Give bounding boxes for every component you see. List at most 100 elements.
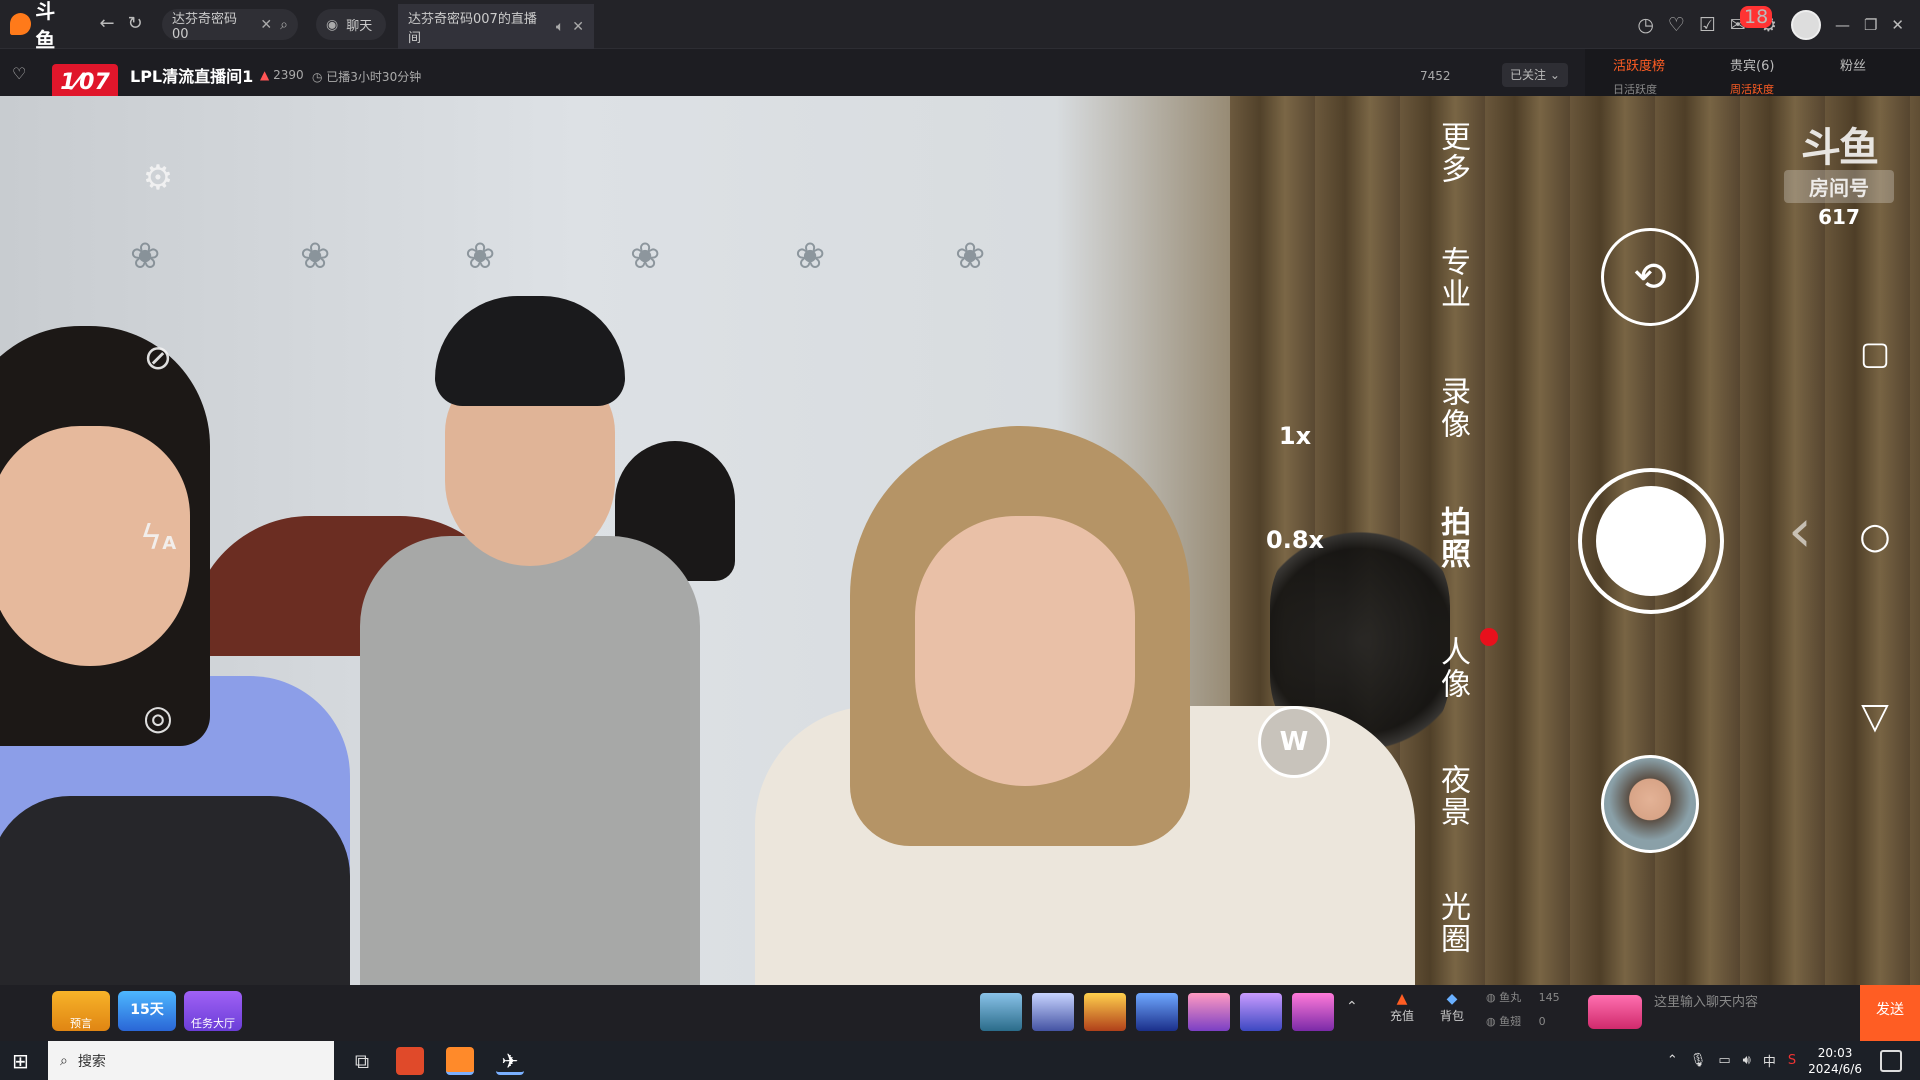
prophecy-label: 预言 [70,1017,92,1030]
taskbar-search-label: 搜索 [77,1053,106,1070]
tab-vip[interactable]: 贵宾(6) [1730,55,1774,74]
back-icon[interactable]: ← [96,13,118,35]
room-watermark: 斗鱼 房间号 617 [1784,126,1894,229]
wide-lens-button: W [1258,706,1330,778]
minimize-icon[interactable]: — [1835,16,1850,34]
douyu-logo[interactable]: 斗鱼 [10,0,74,52]
mode-portrait: 人像 [1435,636,1470,700]
app-douyu-icon[interactable] [396,1047,424,1075]
fish-ball-icon: ◍ [1486,991,1496,1004]
gift-item[interactable] [1084,993,1126,1031]
room-heat: ▲ 2390 [260,68,304,82]
send-button[interactable]: 发送 [1860,985,1920,1041]
gift-item[interactable] [1188,993,1230,1031]
follow-button[interactable]: 已关注 ⌄ [1502,63,1568,87]
taskbar: ⊞ ⌕ 搜索 ⧉ ✈ ⌃ 🎙︎ ▭ 🔊︎ 中 S 20:03 2024/6/6 [0,1041,1920,1080]
search-icon[interactable]: ⌕ [280,17,288,33]
clock-time: 20:03 [1817,1045,1853,1060]
microphone-icon[interactable]: 🎙︎ [1690,1053,1707,1068]
gift-item[interactable] [1136,993,1178,1031]
camera-settings-icon: ⚙ [142,158,174,198]
backpack-icon: ◆ [1446,991,1458,1007]
tab-fans[interactable]: 粉丝 [1840,55,1866,74]
wallpaper-flower: ❀ [630,236,661,277]
user-avatar[interactable] [1790,9,1821,40]
chat-input[interactable]: 这里输入聊天内容 [1648,985,1860,1041]
action-center-icon[interactable] [1880,1050,1902,1072]
search-icon: ⌕ [60,1052,68,1069]
gift-item[interactable] [1240,993,1282,1031]
task-hall-button[interactable]: 任务大厅 [184,991,242,1031]
wallpaper-flower: ❀ [955,236,986,277]
close-icon[interactable]: ✕ [572,19,584,35]
recharge-icon: ▲ [1396,991,1408,1007]
mode-video: 录像 [1435,376,1470,440]
tasks-icon[interactable]: ☑ [1699,14,1716,36]
room-avatar[interactable]: 1⁄07 [52,64,118,96]
fish-ball-value: 145 [1538,991,1560,1004]
gift-item[interactable] [980,993,1022,1031]
volume-icon[interactable]: 🔊︎ [1743,1053,1751,1068]
back-triangle-icon: ▽ [1861,696,1889,737]
app-extra-icon[interactable]: ✈ [496,1047,524,1075]
history-icon[interactable]: ◷ [1637,14,1654,36]
tab-weekly[interactable]: 周活跃度 [1730,81,1774,97]
sogou-icon[interactable]: S [1788,1053,1796,1068]
person-man-shirt [360,536,700,985]
backpack-label: 背包 [1439,1009,1464,1023]
backpack-button[interactable]: ◆ 背包 [1432,991,1472,1024]
home-icon: ○ [1859,516,1891,557]
tab-live-room-label: 达芬奇密码007的直播间 [408,11,537,46]
prophecy-button[interactable]: 预言 [52,991,110,1031]
room-title: LPL清流直播间1 [130,67,254,86]
recent-apps-icon: ▢ [1859,334,1891,372]
tab-chat[interactable]: ◉ 聊天 [316,9,386,40]
task-view-icon[interactable]: ⧉ [348,1047,376,1075]
recharge-label: 充值 [1389,1009,1414,1023]
person-left-pants [0,796,350,985]
toolbar-icons: ◷ ♡ ☑ ✉ 18 ⚙ — ❐ ✕ [1637,0,1920,49]
taskbar-clock[interactable]: 20:03 2024/6/6 [1808,1045,1862,1077]
mute-icon[interactable]: 🔈︎ [556,19,564,35]
tab-search[interactable]: 达芬奇密码00 ✕ ⌕ [162,9,298,42]
refresh-icon[interactable]: ↻ [124,13,146,35]
follow-label: 已关注 [1510,68,1547,82]
golden-badge-icon[interactable] [1588,995,1642,1029]
gift-item[interactable] [1032,993,1074,1031]
app-douyu-client-icon[interactable] [446,1047,474,1075]
follower-count: 7452 [1420,69,1451,83]
taskbar-search[interactable]: ⌕ 搜索 [48,1041,334,1080]
video-player[interactable]: ❀ ❀ ❀ ❀ ❀ ❀ ⚙ ⊘ ϟA ◎ 1x 0.8x W 更多 专业 录像 … [0,96,1920,985]
checkin-button[interactable]: 15天 [118,991,176,1031]
room-heat-value: 2390 [273,68,304,82]
zoom-1x: 1x [1278,422,1312,450]
rank-panel-header: 活跃度榜 贵宾(6) 粉丝 日活跃度 周活跃度 [1585,49,1920,96]
watermark-label: 房间号 [1784,170,1894,203]
chat-placeholder: 这里输入聊天内容 [1654,995,1759,1010]
close-icon[interactable]: ✕ [260,17,272,33]
network-icon[interactable]: ▭ [1718,1053,1730,1068]
ime-indicator[interactable]: 中 [1763,1051,1776,1070]
windows-start-icon[interactable]: ⊞ [12,1050,34,1072]
person-man-hair [435,296,625,406]
tab-activity-rank[interactable]: 活跃度榜 [1613,55,1665,74]
follow-heart-icon[interactable]: ♡ [12,64,26,83]
tab-live-room[interactable]: 达芬奇密码007的直播间 🔈︎ ✕ [398,4,594,49]
notification-icon[interactable]: ✉ 18 [1730,5,1773,36]
window-close-icon[interactable]: ✕ [1891,16,1904,34]
gallery-thumbnail [1601,755,1699,853]
fish-logo-icon [10,13,32,35]
wallpaper-flower: ❀ [130,236,161,277]
tab-search-label: 达芬奇密码00 [172,11,238,42]
notification-badge: 18 [1740,5,1773,28]
expand-gifts-icon[interactable]: ⌃ [1346,999,1358,1015]
tab-daily[interactable]: 日活跃度 [1613,81,1657,97]
restore-icon[interactable]: ❐ [1864,16,1877,34]
system-tray: ⌃ 🎙︎ ▭ 🔊︎ 中 S 20:03 2024/6/6 [1667,1041,1862,1080]
tray-expand-icon[interactable]: ⌃ [1667,1053,1678,1068]
recharge-button[interactable]: ▲ 充值 [1382,991,1422,1024]
room-live-time: ◷ 已播3小时30分钟 [312,70,422,84]
favorite-icon[interactable]: ♡ [1668,14,1685,36]
gift-item[interactable] [1292,993,1334,1031]
logo-text: 斗鱼 [35,0,56,52]
